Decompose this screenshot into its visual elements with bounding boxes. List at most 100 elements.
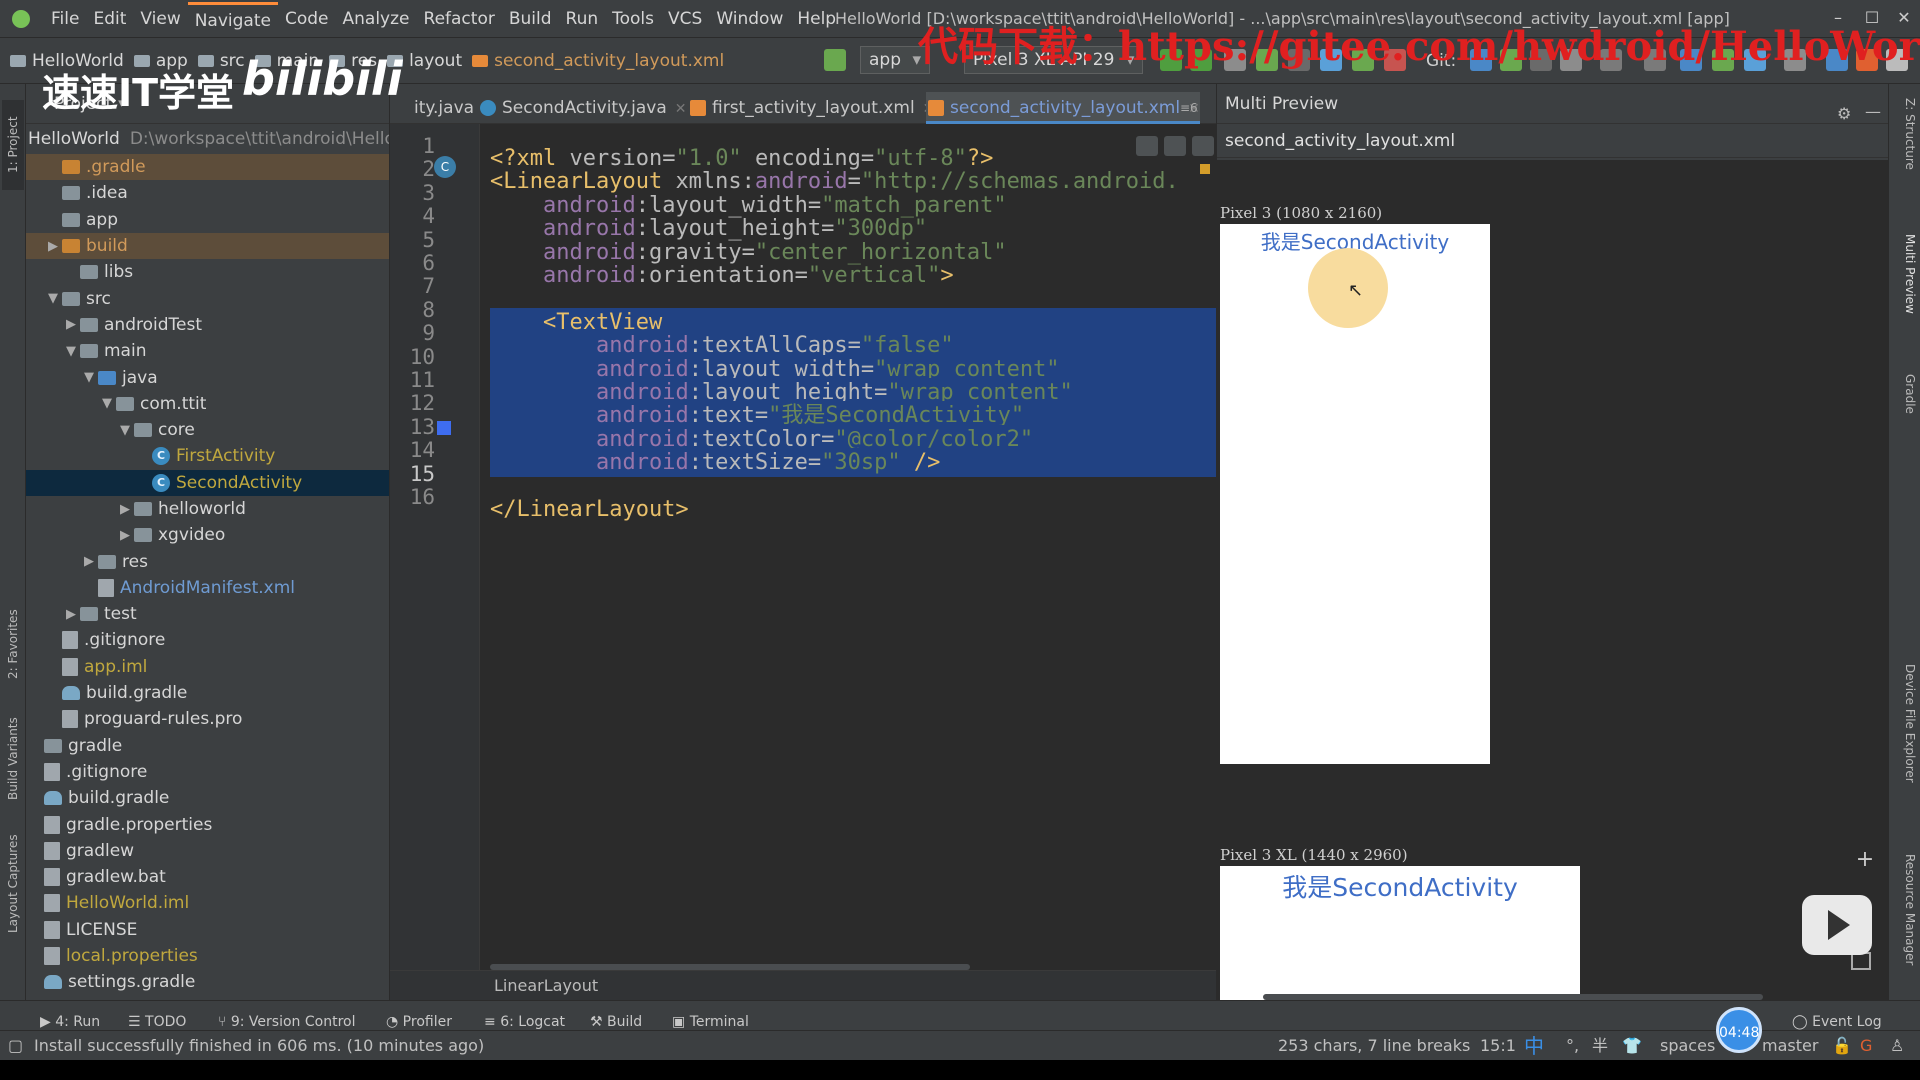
tree-item[interactable]: .gitignore <box>26 627 389 653</box>
chevron-down-icon[interactable]: ▼ <box>80 370 98 385</box>
editor-breadcrumb[interactable]: LinearLayout <box>494 971 598 1001</box>
caret-position[interactable]: 15:1 <box>1480 1031 1516 1060</box>
menu-tools[interactable]: Tools <box>605 0 661 38</box>
make-project-icon[interactable] <box>824 49 846 71</box>
tab-favorites[interactable]: 2: Favorites <box>2 594 24 694</box>
code-editor[interactable]: 1 2 3 4 5 6 7 8 9 10 11 12 13 14 15 16 C <?xml version=… <box>390 124 1216 970</box>
tree-item[interactable]: ▼ src <box>26 285 389 311</box>
tab-first-activity-layout[interactable]: first_activity_layout.xml✕ <box>688 92 934 124</box>
preview-canvas[interactable]: Pixel 3 (1080 x 2160) 我是SecondActivity ↖… <box>1217 160 1889 1000</box>
tree-item[interactable]: ▶ androidTest <box>26 312 389 338</box>
chevron-down-icon[interactable]: ▼ <box>98 396 116 411</box>
status-toggle-icon[interactable]: ▢ <box>8 1031 23 1060</box>
chevron-down-icon[interactable]: ▼ <box>62 344 80 359</box>
tree-item[interactable]: LICENSE <box>26 917 389 943</box>
tree-item[interactable]: local.properties <box>26 943 389 969</box>
menu-build[interactable]: Build <box>502 0 559 38</box>
tree-item[interactable]: build.gradle <box>26 680 389 706</box>
chevron-right-icon[interactable]: ▶ <box>62 607 80 622</box>
video-play-icon[interactable] <box>1802 895 1872 955</box>
project-root[interactable]: HelloWorld D:\workspace\ttit\android\Hel… <box>26 124 389 154</box>
tree-item[interactable]: libs <box>26 259 389 285</box>
device-preview-pixel-3-xl[interactable]: 我是SecondActivity <box>1220 866 1580 1000</box>
tree-item[interactable]: gradlew <box>26 838 389 864</box>
line-number[interactable]: 8 <box>390 298 435 322</box>
menu-refactor[interactable]: Refactor <box>417 0 502 38</box>
tab-project[interactable]: 1: Project <box>2 100 24 190</box>
tree-item[interactable]: ▶ res <box>26 548 389 574</box>
tree-item[interactable]: ▶ test <box>26 601 389 627</box>
tab-structure[interactable]: Z: Structure <box>1893 98 1917 170</box>
line-number[interactable]: 7 <box>390 274 435 298</box>
line-number[interactable]: 6 <box>390 251 435 275</box>
hide-panel-icon[interactable]: — <box>1865 92 1881 132</box>
menu-analyze[interactable]: Analyze <box>336 0 417 38</box>
tree-item[interactable]: ▼ core <box>26 417 389 443</box>
git-branch[interactable]: master <box>1762 1031 1818 1060</box>
notification-icon[interactable]: ♙ <box>1890 1031 1904 1060</box>
tab-build-variants[interactable]: Build Variants <box>2 704 24 814</box>
tree-item[interactable]: .idea <box>26 180 389 206</box>
input-method-icon[interactable]: 中 <box>1524 1031 1544 1060</box>
menu-window[interactable]: Window <box>709 0 790 38</box>
chevron-right-icon[interactable]: ▶ <box>80 554 98 569</box>
menu-edit[interactable]: Edit <box>86 0 133 38</box>
line-number[interactable]: 15 <box>390 462 435 486</box>
design-view-icon[interactable] <box>1192 136 1214 156</box>
tree-item[interactable]: ▶ helloworld <box>26 496 389 522</box>
settings-gear-icon[interactable]: ⚙ <box>1837 94 1851 134</box>
tab-overflow-icon[interactable]: ≡6 <box>1180 92 1198 124</box>
inspection-warning-icon[interactable] <box>1200 164 1210 174</box>
code-view-icon[interactable] <box>1136 136 1158 156</box>
menu-navigate[interactable]: Navigate <box>187 1 278 37</box>
tree-item[interactable]: HelloWorld.iml <box>26 890 389 916</box>
tree-item[interactable]: build.gradle <box>26 785 389 811</box>
class-marker-icon[interactable]: C <box>434 156 456 178</box>
line-number[interactable]: 12 <box>390 391 435 415</box>
code-line[interactable]: android:textSize="30sp" /> <box>490 448 1216 478</box>
tab-gradle[interactable]: Gradle <box>1893 374 1917 414</box>
line-number[interactable]: 16 <box>390 485 435 509</box>
tree-item[interactable]: ▶ build <box>26 232 389 260</box>
tree-item[interactable]: gradlew.bat <box>26 864 389 890</box>
line-number[interactable]: 11 <box>390 368 435 392</box>
chevron-right-icon[interactable]: ▶ <box>116 502 134 517</box>
tab-resource-manager[interactable]: Resource Manager <box>1893 854 1917 965</box>
tab-multi-preview[interactable]: Multi Preview <box>1893 234 1917 314</box>
tree-item[interactable]: app <box>26 207 389 233</box>
half-width-icon[interactable]: 半 <box>1592 1031 1608 1060</box>
tree-item[interactable]: gradle <box>26 733 389 759</box>
tree-item[interactable]: app.iml <box>26 654 389 680</box>
chevron-right-icon[interactable]: ▶ <box>44 239 62 254</box>
tab-layout-captures[interactable]: Layout Captures <box>2 824 24 944</box>
menu-run[interactable]: Run <box>559 0 606 38</box>
chevron-right-icon[interactable]: ▶ <box>116 528 134 543</box>
line-number[interactable]: 1 <box>390 134 435 158</box>
menu-vcs[interactable]: VCS <box>661 0 709 38</box>
menu-view[interactable]: View <box>133 0 187 38</box>
punctuation-icon[interactable]: °, <box>1566 1031 1579 1060</box>
chevron-down-icon[interactable]: ▼ <box>44 291 62 306</box>
google-icon[interactable]: G <box>1860 1031 1872 1060</box>
breadcrumb-item-file[interactable]: second_activity_layout.xml <box>472 51 724 71</box>
split-view-icon[interactable] <box>1164 136 1186 156</box>
indent-setting[interactable]: spaces <box>1660 1031 1715 1060</box>
tree-item[interactable]: proguard-rules.pro <box>26 706 389 732</box>
tab-device-file-explorer[interactable]: Device File Explorer <box>1893 664 1917 783</box>
tree-item[interactable]: ▼ com.ttit <box>26 391 389 417</box>
tree-item[interactable]: ▼ main <box>26 338 389 364</box>
close-tab-icon[interactable]: ✕ <box>675 101 687 117</box>
line-number[interactable]: 10 <box>390 345 435 369</box>
line-number[interactable]: 3 <box>390 181 435 205</box>
lock-icon[interactable]: 🔓 <box>1832 1031 1852 1060</box>
tree-item[interactable]: AndroidManifest.xml <box>26 575 389 601</box>
status-message[interactable]: Install successfully finished in 606 ms.… <box>34 1031 484 1060</box>
chevron-down-icon[interactable]: ▼ <box>116 423 134 438</box>
tab-second-activity-layout[interactable]: second_activity_layout.xml ✕ <box>926 92 1200 124</box>
line-number[interactable]: 13 <box>390 415 435 439</box>
line-number[interactable]: 14 <box>390 438 435 462</box>
tree-item[interactable]: C SecondActivity <box>26 469 389 496</box>
tree-item[interactable]: .gitignore <box>26 759 389 785</box>
line-number[interactable]: 4 <box>390 204 435 228</box>
tree-item[interactable]: settings.gradle <box>26 969 389 995</box>
